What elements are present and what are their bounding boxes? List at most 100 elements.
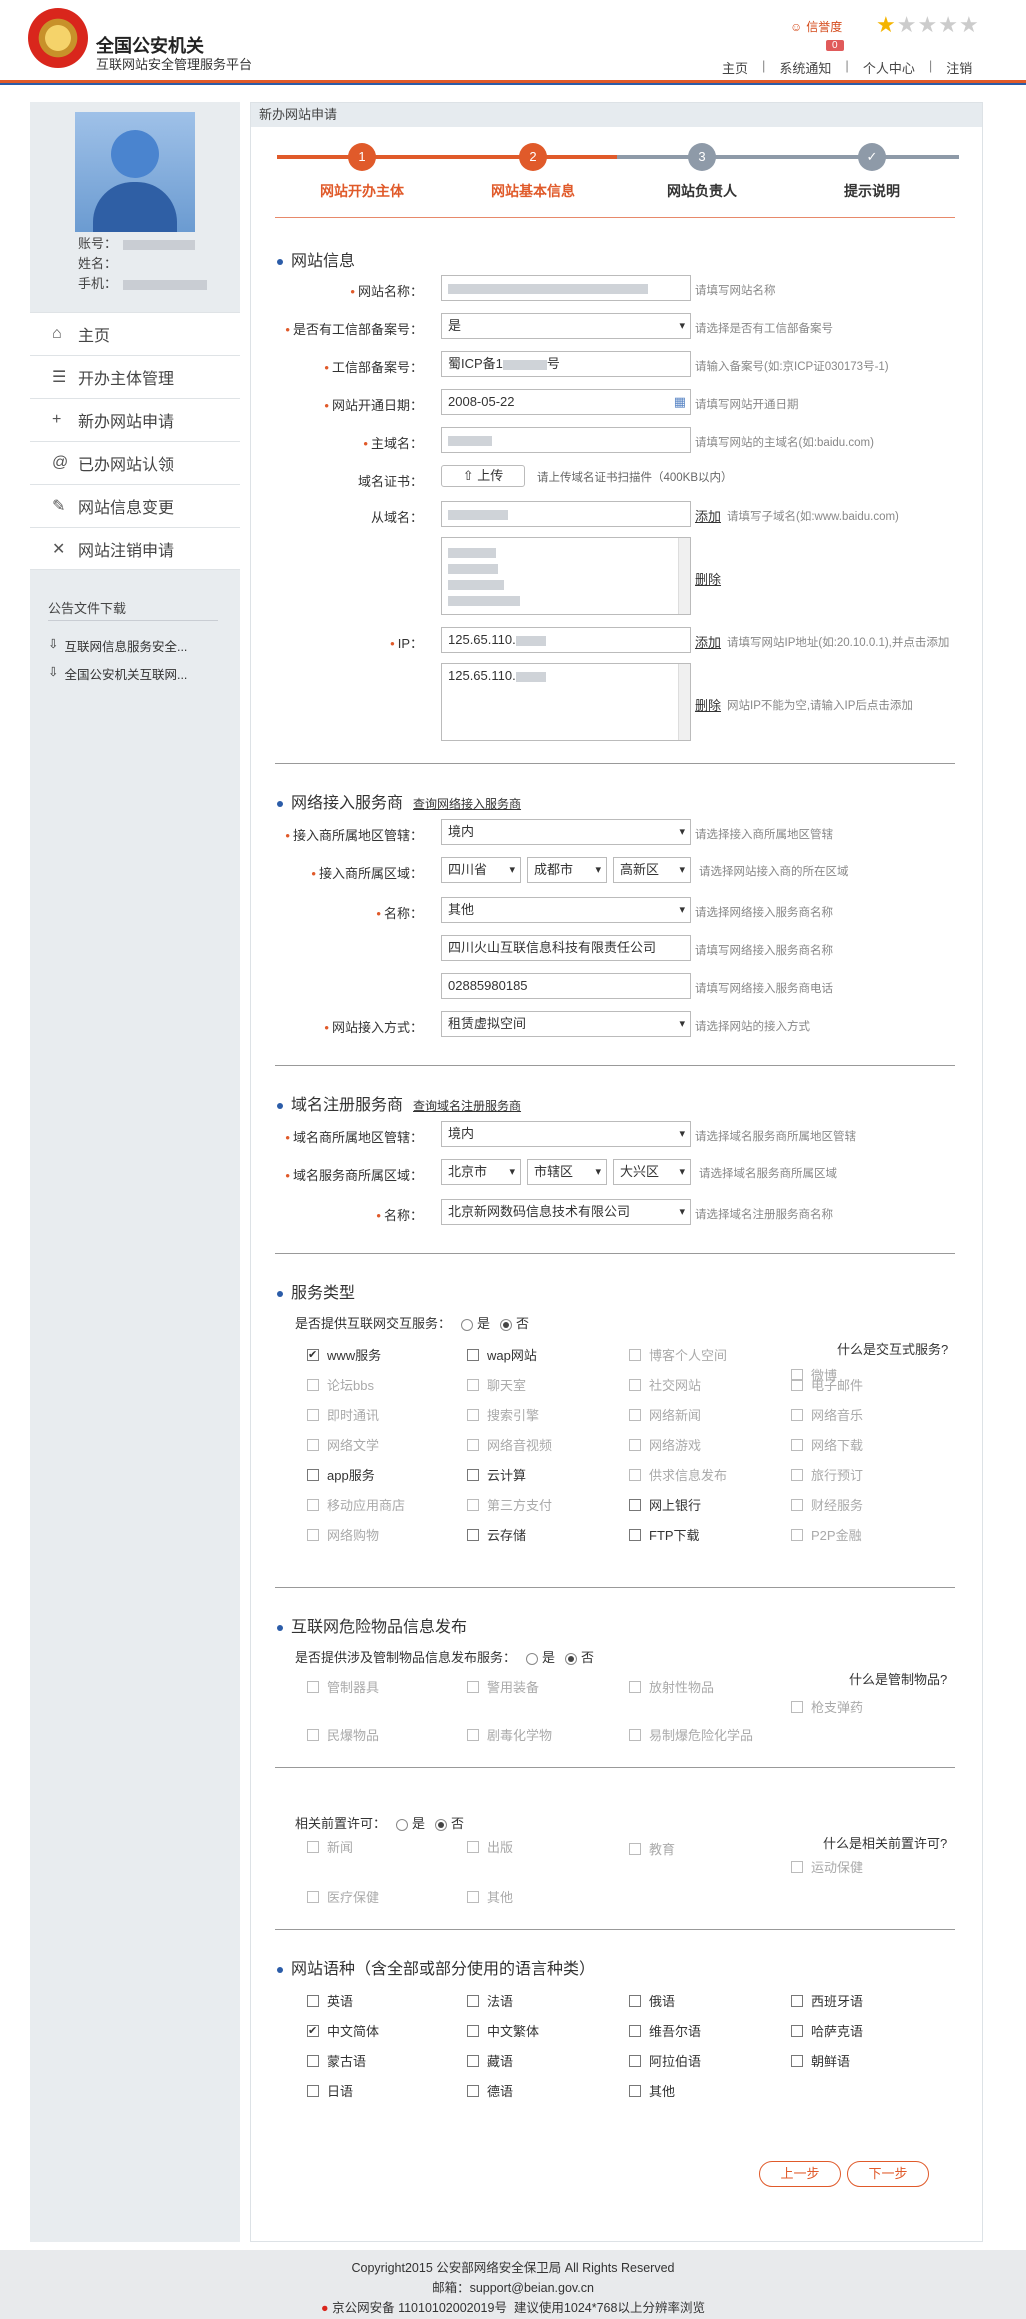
ip-add-link[interactable]: 添加	[695, 632, 721, 651]
checkbox[interactable]	[467, 2084, 479, 2097]
permit-no-radio[interactable]	[435, 1818, 448, 1831]
permit-yes-radio[interactable]	[396, 1818, 409, 1831]
upload-button[interactable]: ⇧ 上传	[441, 465, 525, 487]
permit-what-link[interactable]: 什么是相关前置许可?	[823, 1833, 947, 1852]
isp-query-link[interactable]: 查询网络接入服务商	[413, 797, 521, 811]
sidebar-item-subjects[interactable]: ☰ 开办主体管理	[30, 355, 240, 398]
checkbox[interactable]	[629, 1528, 641, 1541]
checkbox[interactable]	[791, 1994, 803, 2007]
isp-phone-input[interactable]: 02885980185	[441, 973, 691, 999]
checkbox[interactable]	[467, 1994, 479, 2007]
doc-link[interactable]: ⇩ 全国公安机关互联网...	[48, 664, 187, 683]
checkbox[interactable]	[467, 2024, 479, 2037]
service-yes-radio[interactable]	[461, 1318, 474, 1331]
doc-link[interactable]: ⇩ 互联网信息服务安全...	[48, 636, 187, 655]
service-what-link[interactable]: 什么是交互式服务?	[837, 1339, 948, 1358]
checkbox[interactable]	[467, 2054, 479, 2067]
service-option[interactable]: wap网站	[467, 1345, 537, 1364]
calendar-icon[interactable]: ▦	[674, 390, 686, 414]
checkbox[interactable]	[307, 1994, 319, 2007]
checkbox[interactable]	[629, 1498, 641, 1511]
danger-yes-radio[interactable]	[526, 1652, 539, 1665]
nav-home[interactable]: 主页	[722, 58, 748, 77]
language-option[interactable]: 德语	[467, 2081, 513, 2100]
registrar-district-select[interactable]: 大兴区	[613, 1159, 691, 1185]
service-no-radio[interactable]	[500, 1318, 513, 1331]
sidebar-item-cancel[interactable]: ✕ 网站注销申请	[30, 527, 240, 570]
isp-mode-select[interactable]: 租赁虚拟空间	[441, 1011, 691, 1037]
language-option[interactable]: 维吾尔语	[629, 2021, 701, 2040]
service-option[interactable]: app服务	[307, 1465, 375, 1484]
sidebar-item-home[interactable]: ⌂ 主页	[30, 312, 240, 355]
icp-question-select[interactable]: 是	[441, 313, 691, 339]
language-option[interactable]: 英语	[307, 1991, 353, 2010]
checkbox[interactable]	[307, 1348, 319, 1361]
ip-list[interactable]: 125.65.110.	[441, 663, 691, 741]
sidebar-item-claim[interactable]: @ 已办网站认领	[30, 441, 240, 484]
language-option[interactable]: 其他	[629, 2081, 675, 2100]
checkbox[interactable]	[629, 2024, 641, 2037]
checkbox[interactable]	[467, 1348, 479, 1361]
isp-district-select[interactable]: 高新区	[613, 857, 691, 883]
checkbox[interactable]	[791, 2024, 803, 2037]
checkbox[interactable]	[629, 2054, 641, 2067]
checkbox[interactable]	[467, 1468, 479, 1481]
checkbox[interactable]	[307, 1468, 319, 1481]
language-option[interactable]: 日语	[307, 2081, 353, 2100]
service-option[interactable]: 网上银行	[629, 1495, 701, 1514]
ip-input[interactable]: 125.65.110.	[441, 627, 691, 653]
registrar-region-select[interactable]: 境内	[441, 1121, 691, 1147]
checkbox[interactable]	[467, 1528, 479, 1541]
service-option[interactable]: 云计算	[467, 1465, 526, 1484]
isp-name-select[interactable]: 其他	[441, 897, 691, 923]
icp-input[interactable]: 蜀ICP备1 号	[441, 351, 691, 377]
language-option[interactable]: 法语	[467, 1991, 513, 2010]
nav-profile[interactable]: 个人中心	[863, 58, 915, 77]
language-option[interactable]: 阿拉伯语	[629, 2051, 701, 2070]
main-domain-input[interactable]	[441, 427, 691, 453]
isp-region-select[interactable]: 境内	[441, 819, 691, 845]
language-option[interactable]: 中文简体	[307, 2021, 379, 2040]
registrar-city-select[interactable]: 市辖区	[527, 1159, 607, 1185]
checkbox[interactable]	[791, 2054, 803, 2067]
checkbox[interactable]	[307, 2054, 319, 2067]
sidebar-item-change[interactable]: ✎ 网站信息变更	[30, 484, 240, 527]
sidebar-item-new-site[interactable]: + 新办网站申请	[30, 398, 240, 441]
isp-city-select[interactable]: 成都市	[527, 857, 607, 883]
nav-logout[interactable]: 注销	[946, 58, 972, 77]
checkbox[interactable]	[629, 1994, 641, 2007]
isp-company-input[interactable]: 四川火山互联信息科技有限责任公司	[441, 935, 691, 961]
subdomain-list[interactable]	[441, 537, 691, 615]
checkbox[interactable]	[307, 2024, 319, 2037]
checkbox[interactable]	[629, 2084, 641, 2097]
site-name-input[interactable]	[441, 275, 691, 301]
language-option[interactable]: 哈萨克语	[791, 2021, 863, 2040]
language-option[interactable]: 藏语	[467, 2051, 513, 2070]
prev-button[interactable]: 上一步	[759, 2161, 841, 2187]
credit-link[interactable]: ☺ 信誉度	[790, 18, 842, 35]
subdomain-delete-link[interactable]: 删除	[695, 569, 721, 588]
danger-what-link[interactable]: 什么是管制物品?	[849, 1669, 947, 1688]
open-date-input[interactable]: 2008-05-22 ▦	[441, 389, 691, 415]
language-option[interactable]: 中文繁体	[467, 2021, 539, 2040]
danger-no-radio[interactable]	[565, 1652, 578, 1665]
ip-delete-link[interactable]: 删除	[695, 695, 721, 714]
language-option[interactable]: 朝鲜语	[791, 2051, 850, 2070]
scrollbar[interactable]	[678, 538, 690, 614]
nav-notifications[interactable]: 系统通知	[779, 58, 831, 77]
registrar-name-select[interactable]: 北京新网数码信息技术有限公司	[441, 1199, 691, 1225]
next-button[interactable]: 下一步	[847, 2161, 929, 2187]
subdomain-input[interactable]	[441, 501, 691, 527]
service-option[interactable]: www服务	[307, 1345, 381, 1364]
language-option[interactable]: 西班牙语	[791, 1991, 863, 2010]
language-option[interactable]: 俄语	[629, 1991, 675, 2010]
subdomain-add-link[interactable]: 添加	[695, 506, 721, 525]
isp-province-select[interactable]: 四川省	[441, 857, 521, 883]
registrar-province-select[interactable]: 北京市	[441, 1159, 521, 1185]
service-option[interactable]: 云存储	[467, 1525, 526, 1544]
checkbox[interactable]	[307, 2084, 319, 2097]
service-option[interactable]: FTP下载	[629, 1525, 700, 1544]
registrar-query-link[interactable]: 查询域名注册服务商	[413, 1099, 521, 1113]
language-option[interactable]: 蒙古语	[307, 2051, 366, 2070]
scrollbar[interactable]	[678, 664, 690, 740]
